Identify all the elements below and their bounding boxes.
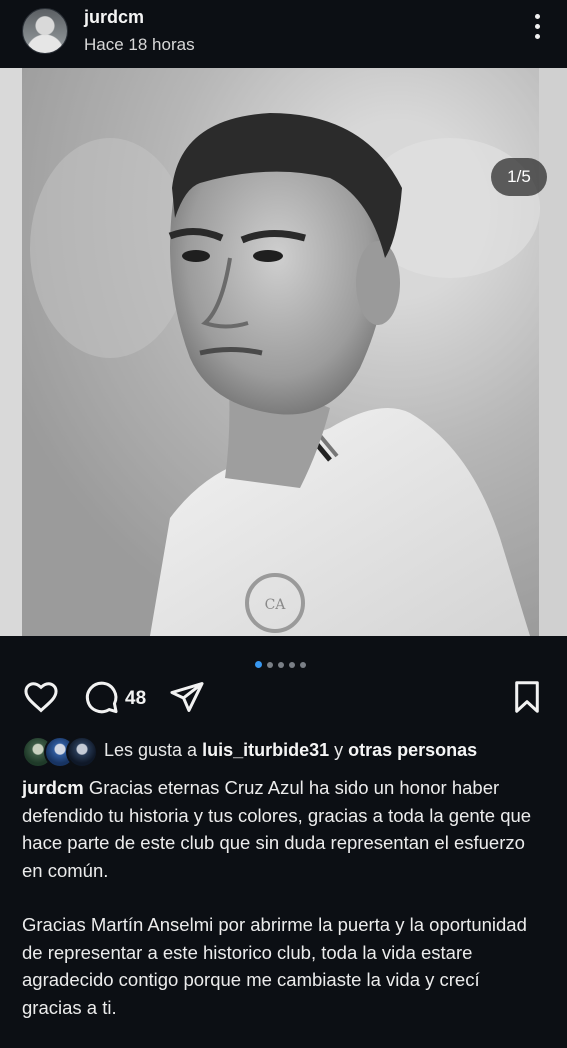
comment-count: 48 bbox=[125, 688, 147, 709]
more-vertical-icon[interactable] bbox=[531, 14, 543, 44]
post-time: Hace 18 horas bbox=[84, 35, 195, 54]
post-photo[interactable]: CA 1/5 bbox=[0, 68, 567, 636]
carousel-dot bbox=[267, 662, 273, 668]
bookmark-icon[interactable] bbox=[508, 678, 546, 721]
carousel-dot bbox=[278, 662, 284, 668]
caption-author[interactable]: jurdcm bbox=[22, 777, 84, 798]
carousel-dot bbox=[289, 662, 295, 668]
action-bar: 48 bbox=[0, 678, 567, 722]
carousel-indicator bbox=[255, 655, 311, 668]
likes-others[interactable]: otras personas bbox=[348, 740, 477, 760]
portrait-image: CA bbox=[22, 68, 540, 636]
caption-text: Gracias eternas Cruz Azul ha sido un hon… bbox=[22, 777, 532, 881]
likes-text: Les gusta a luis_iturbide31 y otras pers… bbox=[104, 740, 477, 761]
liker-avatars bbox=[22, 736, 98, 768]
comment-bubble-icon[interactable] bbox=[82, 678, 120, 721]
username[interactable]: jurdcm bbox=[84, 7, 144, 28]
likes-summary[interactable]: Les gusta a luis_iturbide31 y otras pers… bbox=[22, 736, 562, 768]
avatar[interactable] bbox=[22, 8, 68, 54]
send-icon[interactable] bbox=[168, 678, 206, 721]
slide-counter: 1/5 bbox=[491, 158, 547, 196]
crest-mark: CA bbox=[265, 597, 287, 613]
liker-username[interactable]: luis_iturbide31 bbox=[202, 740, 329, 760]
likes-prefix: Les gusta a bbox=[104, 740, 203, 760]
carousel-dot-active bbox=[255, 661, 262, 668]
heart-icon[interactable] bbox=[22, 678, 60, 721]
avatar bbox=[66, 736, 98, 768]
caption-paragraph: jurdcm Gracias eternas Cruz Azul ha sido… bbox=[22, 774, 542, 884]
post-caption: jurdcm Gracias eternas Cruz Azul ha sido… bbox=[22, 774, 542, 1048]
carousel-dot bbox=[300, 662, 306, 668]
caption-paragraph: Gracias Martín Anselmi por abrirme la pu… bbox=[22, 914, 527, 1018]
likes-middle: y bbox=[329, 740, 349, 760]
post-header: jurdcm Hace 18 horas bbox=[0, 0, 567, 68]
